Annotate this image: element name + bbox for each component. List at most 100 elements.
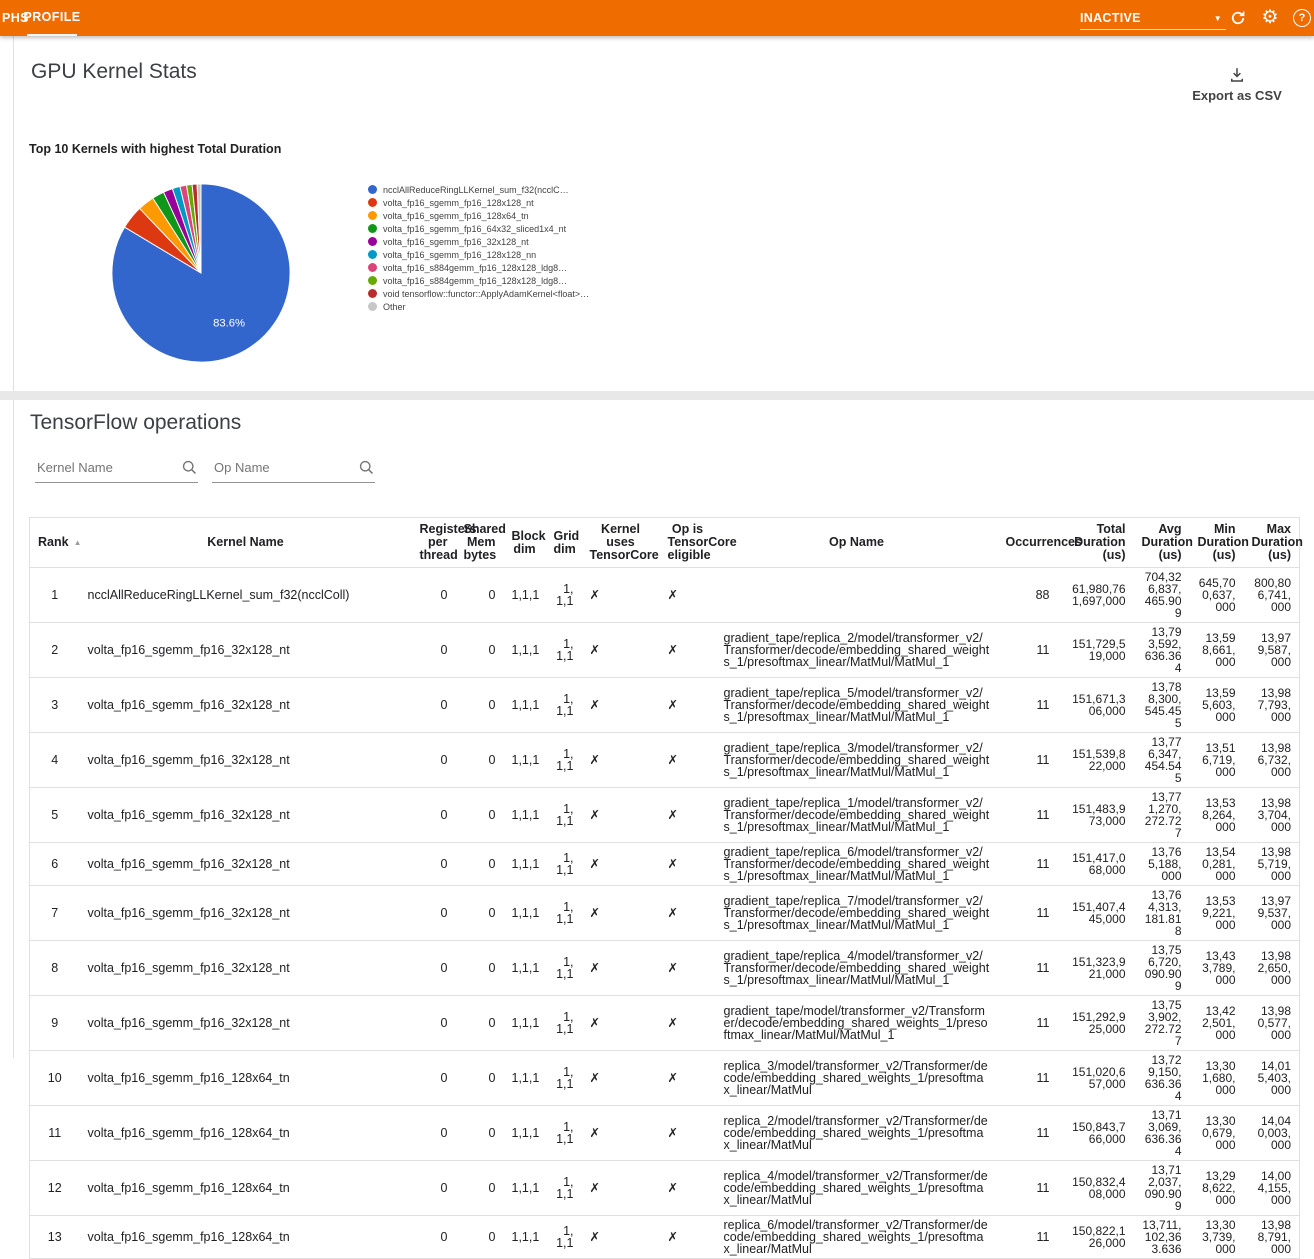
kernel-name-filter[interactable] — [35, 454, 198, 483]
table-row: 4volta_fp16_sgemm_fp16_32x128_nt001,1,11… — [30, 733, 1300, 788]
cell-kernel-uses-tensorcore: ✗ — [582, 1161, 660, 1216]
cell-max-duration-us: 13,982,650,000 — [1244, 941, 1300, 996]
column-header-kernel-uses-tensorcore[interactable]: Kernel uses TensorCore — [582, 518, 660, 568]
table-row: 6volta_fp16_sgemm_fp16_32x128_nt001,1,11… — [30, 843, 1300, 886]
run-selector-dropdown[interactable]: INACTIVE ▼ — [1080, 7, 1226, 30]
cell-kernel-name: volta_fp16_sgemm_fp16_32x128_nt — [80, 996, 412, 1051]
cell-max-duration-us: 13,985,719,000 — [1244, 843, 1300, 886]
cell-grid-dim: 1,1,1 — [546, 941, 582, 996]
cell-kernel-name: volta_fp16_sgemm_fp16_32x128_nt — [80, 941, 412, 996]
pie-chart-block: 83.6% ncclAllReduceRingLLKernel_sum_f32(… — [43, 176, 608, 368]
cell-kernel-uses-tensorcore: ✗ — [582, 886, 660, 941]
cell-avg-duration-us: 13,788,300,545.455 — [1134, 678, 1190, 733]
table-row: 13volta_fp16_sgemm_fp16_128x64_tn001,1,1… — [30, 1216, 1300, 1259]
column-header-avg-duration-us[interactable]: Avg Duration (us) — [1134, 518, 1190, 568]
legend-color-dot — [368, 211, 377, 220]
cell-block-dim: 1,1,1 — [504, 1106, 546, 1161]
cell-op-name: gradient_tape/model/transformer_v2/Trans… — [716, 996, 998, 1051]
cell-op-is-tensorcore-eligible: ✗ — [660, 1216, 716, 1259]
op-name-filter[interactable] — [212, 454, 375, 483]
legend-label: Other — [383, 302, 608, 312]
legend-color-dot — [368, 185, 377, 194]
cell-total-duration-us: 150,843,766,000 — [1058, 1106, 1134, 1161]
cell-total-duration-us: 150,832,408,000 — [1058, 1161, 1134, 1216]
cell-occurrences: 88 — [998, 568, 1058, 623]
question-mark-icon: ? — [1293, 9, 1311, 27]
cell-block-dim: 1,1,1 — [504, 678, 546, 733]
cell-max-duration-us: 13,979,537,000 — [1244, 886, 1300, 941]
cell-kernel-name: volta_fp16_sgemm_fp16_32x128_nt — [80, 843, 412, 886]
column-header-grid-dim[interactable]: Grid dim — [546, 518, 582, 568]
cell-kernel-uses-tensorcore: ✗ — [582, 996, 660, 1051]
legend-color-dot — [368, 224, 377, 233]
cell-op-is-tensorcore-eligible: ✗ — [660, 678, 716, 733]
cell-kernel-name: volta_fp16_sgemm_fp16_32x128_nt — [80, 886, 412, 941]
gear-icon[interactable]: ⚙ — [1260, 8, 1280, 28]
legend-item: volta_fp16_sgemm_fp16_32x128_nt — [368, 237, 608, 247]
cell-occurrences: 11 — [998, 1106, 1058, 1161]
legend-label: volta_fp16_s884gemm_fp16_128x128_ldg8… — [383, 276, 608, 286]
column-header-kernel-name[interactable]: Kernel Name — [80, 518, 412, 568]
column-header-min-duration-us[interactable]: Min Duration (us) — [1190, 518, 1244, 568]
legend-label: volta_fp16_sgemm_fp16_128x128_nt — [383, 198, 608, 208]
cell-op-name: gradient_tape/replica_4/model/transforme… — [716, 941, 998, 996]
cell-total-duration-us: 151,323,921,000 — [1058, 941, 1134, 996]
cell-total-duration-us: 151,483,973,000 — [1058, 788, 1134, 843]
column-header-rank[interactable]: Rank▲ — [30, 518, 80, 568]
cell-max-duration-us: 14,004,155,000 — [1244, 1161, 1300, 1216]
cell-occurrences: 11 — [998, 623, 1058, 678]
cell-rank: 10 — [30, 1051, 80, 1106]
cell-shared-mem-bytes: 0 — [456, 568, 504, 623]
cell-grid-dim: 1,1,1 — [546, 996, 582, 1051]
cell-op-name: replica_4/model/transformer_v2/Transform… — [716, 1161, 998, 1216]
search-icon — [181, 459, 198, 476]
cell-rank: 2 — [30, 623, 80, 678]
column-header-occurrences[interactable]: Occurrences — [998, 518, 1058, 568]
tensorflow-operations-section: TensorFlow operations Rank▲Kernel NameRe… — [13, 400, 1314, 1058]
table-header-row: Rank▲Kernel NameRegisters per threadShar… — [30, 518, 1300, 568]
legend-item: Other — [368, 302, 608, 312]
cell-occurrences: 11 — [998, 1216, 1058, 1259]
cell-rank: 9 — [30, 996, 80, 1051]
pie-chart[interactable]: 83.6% — [108, 178, 294, 368]
table-row: 1ncclAllReduceRingLLKernel_sum_f32(ncclC… — [30, 568, 1300, 623]
cell-registers-per-thread: 0 — [412, 1106, 456, 1161]
kernel-name-input[interactable] — [35, 459, 177, 476]
cell-total-duration-us: 151,407,445,000 — [1058, 886, 1134, 941]
cell-rank: 12 — [30, 1161, 80, 1216]
legend-label: volta_fp16_sgemm_fp16_64x32_sliced1x4_nt — [383, 224, 608, 234]
cell-shared-mem-bytes: 0 — [456, 843, 504, 886]
cell-max-duration-us: 800,806,741,000 — [1244, 568, 1300, 623]
column-header-block-dim[interactable]: Block dim — [504, 518, 546, 568]
cell-grid-dim: 1,1,1 — [546, 1161, 582, 1216]
column-header-registers-per-thread[interactable]: Registers per thread — [412, 518, 456, 568]
cell-kernel-uses-tensorcore: ✗ — [582, 1106, 660, 1161]
column-header-max-duration-us[interactable]: Max Duration (us) — [1244, 518, 1300, 568]
cell-shared-mem-bytes: 0 — [456, 886, 504, 941]
cell-rank: 6 — [30, 843, 80, 886]
help-icon[interactable]: ? — [1292, 8, 1312, 28]
search-icon — [358, 459, 375, 476]
legend-color-dot — [368, 237, 377, 246]
table-row: 10volta_fp16_sgemm_fp16_128x64_tn001,1,1… — [30, 1051, 1300, 1106]
op-name-input[interactable] — [212, 459, 354, 476]
cell-registers-per-thread: 0 — [412, 1051, 456, 1106]
table-row: 5volta_fp16_sgemm_fp16_32x128_nt001,1,11… — [30, 788, 1300, 843]
cell-grid-dim: 1,1,1 — [546, 678, 582, 733]
cell-op-name: gradient_tape/replica_7/model/transforme… — [716, 886, 998, 941]
cell-total-duration-us: 151,539,822,000 — [1058, 733, 1134, 788]
cell-kernel-uses-tensorcore: ✗ — [582, 623, 660, 678]
tab-profile[interactable]: PROFILE — [27, 0, 77, 36]
cell-total-duration-us: 151,417,068,000 — [1058, 843, 1134, 886]
cell-registers-per-thread: 0 — [412, 886, 456, 941]
cell-op-name: gradient_tape/replica_2/model/transforme… — [716, 623, 998, 678]
cell-total-duration-us: 151,729,519,000 — [1058, 623, 1134, 678]
column-header-op-name[interactable]: Op Name — [716, 518, 998, 568]
cell-occurrences: 11 — [998, 1161, 1058, 1216]
legend-item: void tensorflow::functor::ApplyAdamKerne… — [368, 289, 608, 299]
refresh-icon[interactable] — [1228, 8, 1248, 28]
column-header-op-is-tensorcore-eligible[interactable]: Op is TensorCore eligible — [660, 518, 716, 568]
export-csv-button[interactable]: Export as CSV — [1172, 66, 1302, 103]
cell-block-dim: 1,1,1 — [504, 843, 546, 886]
legend-label: volta_fp16_sgemm_fp16_32x128_nt — [383, 237, 608, 247]
